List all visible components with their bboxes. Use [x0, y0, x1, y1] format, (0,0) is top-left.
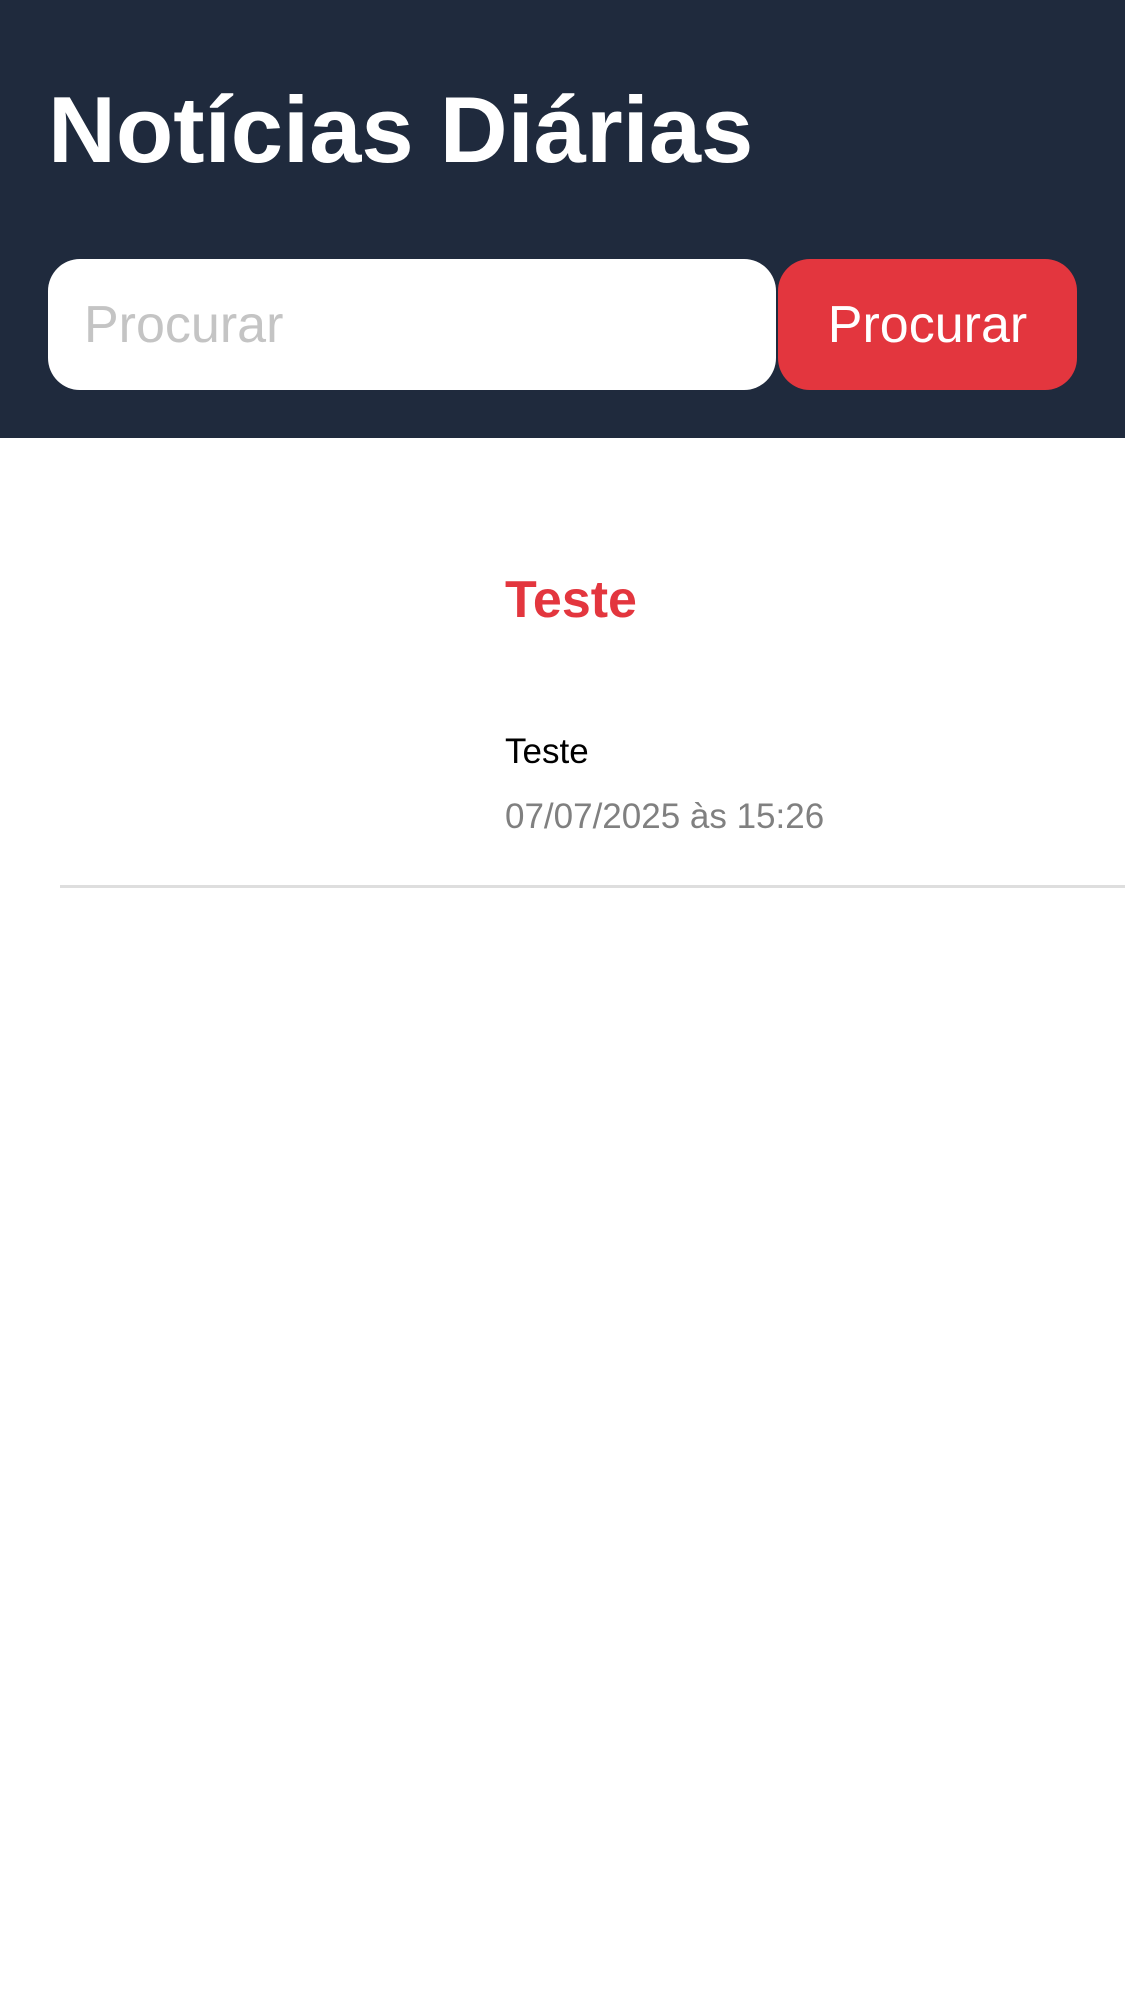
app-header: Notícias Diárias Procurar [0, 0, 1125, 438]
news-title: Teste [505, 571, 637, 629]
news-body: Teste [505, 732, 589, 771]
news-date: 07/07/2025 às 15:26 [505, 797, 825, 836]
search-input[interactable] [48, 259, 776, 390]
search-button[interactable]: Procurar [778, 259, 1077, 390]
app-title: Notícias Diárias [48, 77, 754, 182]
news-list-item[interactable]: Teste Teste 07/07/2025 às 15:26 [60, 540, 1125, 888]
